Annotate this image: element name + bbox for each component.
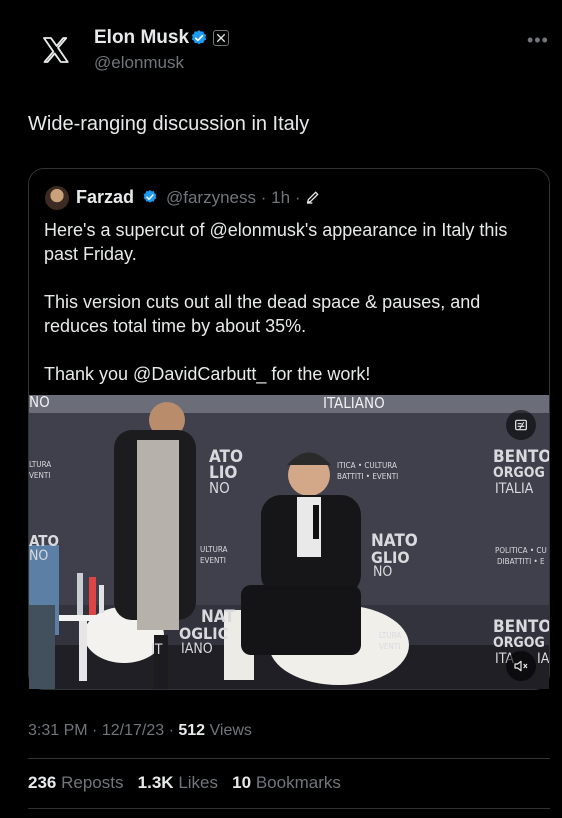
views-count: 512 — [178, 722, 206, 739]
banner-left: NO — [29, 395, 50, 411]
quote-paragraph: This version cuts out all the dead space… — [44, 292, 481, 336]
quote-meta: @farzyness · 1h · — [166, 188, 321, 208]
verified-icon — [191, 30, 207, 45]
separator-dot: · — [260, 188, 267, 207]
tweet-text: Wide-ranging discussion in Italy — [28, 113, 310, 135]
views-label: Views — [209, 722, 252, 739]
wall-text: ITALIA — [495, 481, 534, 497]
wall-text: LTURA — [29, 460, 52, 469]
tweet-time[interactable]: 3:31 PM — [28, 722, 88, 739]
author-handle[interactable]: @elonmusk — [94, 53, 184, 73]
divider — [28, 808, 550, 809]
wall-text: LTURA — [379, 631, 402, 640]
quote-avatar[interactable] — [45, 186, 69, 210]
reposts-stat[interactable]: 236 Reposts — [28, 773, 123, 792]
wall-text: VENTI — [29, 471, 51, 480]
wall-text: IANO — [181, 641, 213, 657]
quote-paragraph: Here's a supercut of @elonmusk's appeara… — [44, 220, 508, 264]
wall-text: ITICA • CULTURA — [337, 461, 397, 470]
wall-text: ULTURA — [200, 545, 228, 554]
wall-text: IT — [151, 642, 163, 658]
x-badge-icon — [213, 30, 229, 46]
separator-dot: · — [294, 188, 301, 207]
quote-paragraph: Thank you @DavidCarbutt_ for the work! — [44, 364, 371, 384]
pencil-icon — [306, 191, 319, 204]
author-name[interactable]: Elon Musk — [94, 27, 189, 49]
gif-toggle-button[interactable] — [506, 410, 536, 440]
wall-text: NO — [209, 479, 230, 497]
wall-text: NO — [373, 564, 393, 580]
likes-stat[interactable]: 1.3K Likes — [138, 773, 218, 792]
wall-text: POLITICA • CU — [495, 546, 547, 555]
wall-text: DIBATTITI • E — [497, 557, 545, 566]
quote-time[interactable]: 1h — [271, 188, 290, 207]
banner-top: ITALIANO — [323, 395, 385, 412]
video-player[interactable]: ITALIANO NO LTURA VENTI ATO LIO NO ITICA… — [29, 395, 549, 689]
wall-text: EVENTI — [200, 556, 226, 565]
separator-dot: · — [168, 722, 174, 739]
gif-icon — [515, 419, 527, 431]
engagement-stats: 236 Reposts 1.3K Likes 10 Bookmarks — [28, 773, 341, 793]
wall-text: NO — [29, 548, 49, 564]
bookmarks-stat[interactable]: 10 Bookmarks — [232, 773, 341, 792]
bookmarks-label: Bookmarks — [255, 773, 341, 792]
reposts-count: 236 — [28, 773, 57, 792]
wall-text: BENTOR — [493, 617, 549, 637]
tweet-meta: 3:31 PM · 12/17/23 · 512 Views — [28, 722, 252, 740]
wall-text: IA — [537, 651, 549, 667]
mute-icon — [514, 660, 528, 672]
x-logo-icon — [43, 37, 69, 63]
bookmarks-count: 10 — [232, 773, 252, 792]
separator-dot: · — [92, 722, 98, 739]
tweet-date[interactable]: 12/17/23 — [102, 722, 164, 739]
likes-label: Likes — [178, 773, 218, 792]
x-logo-avatar[interactable] — [28, 22, 84, 78]
mute-button[interactable] — [506, 651, 536, 681]
wall-text: BENTOR — [493, 447, 549, 467]
verified-icon — [143, 190, 157, 203]
divider — [28, 758, 550, 759]
wall-text: ORGOG — [493, 465, 545, 481]
reposts-label: Reposts — [61, 773, 124, 792]
more-icon[interactable]: ••• — [527, 30, 549, 51]
wall-text: ORGOG — [493, 635, 545, 651]
quote-body: Here's a supercut of @elonmusk's appeara… — [44, 218, 524, 386]
quote-author-name[interactable]: Farzad — [76, 187, 134, 208]
likes-count: 1.3K — [137, 773, 174, 792]
wall-text: VENTI — [379, 642, 401, 651]
wall-text: BATTITI • EVENTI — [337, 472, 399, 481]
video-frame — [29, 395, 549, 689]
quote-author-handle[interactable]: @farzyness — [166, 188, 256, 207]
